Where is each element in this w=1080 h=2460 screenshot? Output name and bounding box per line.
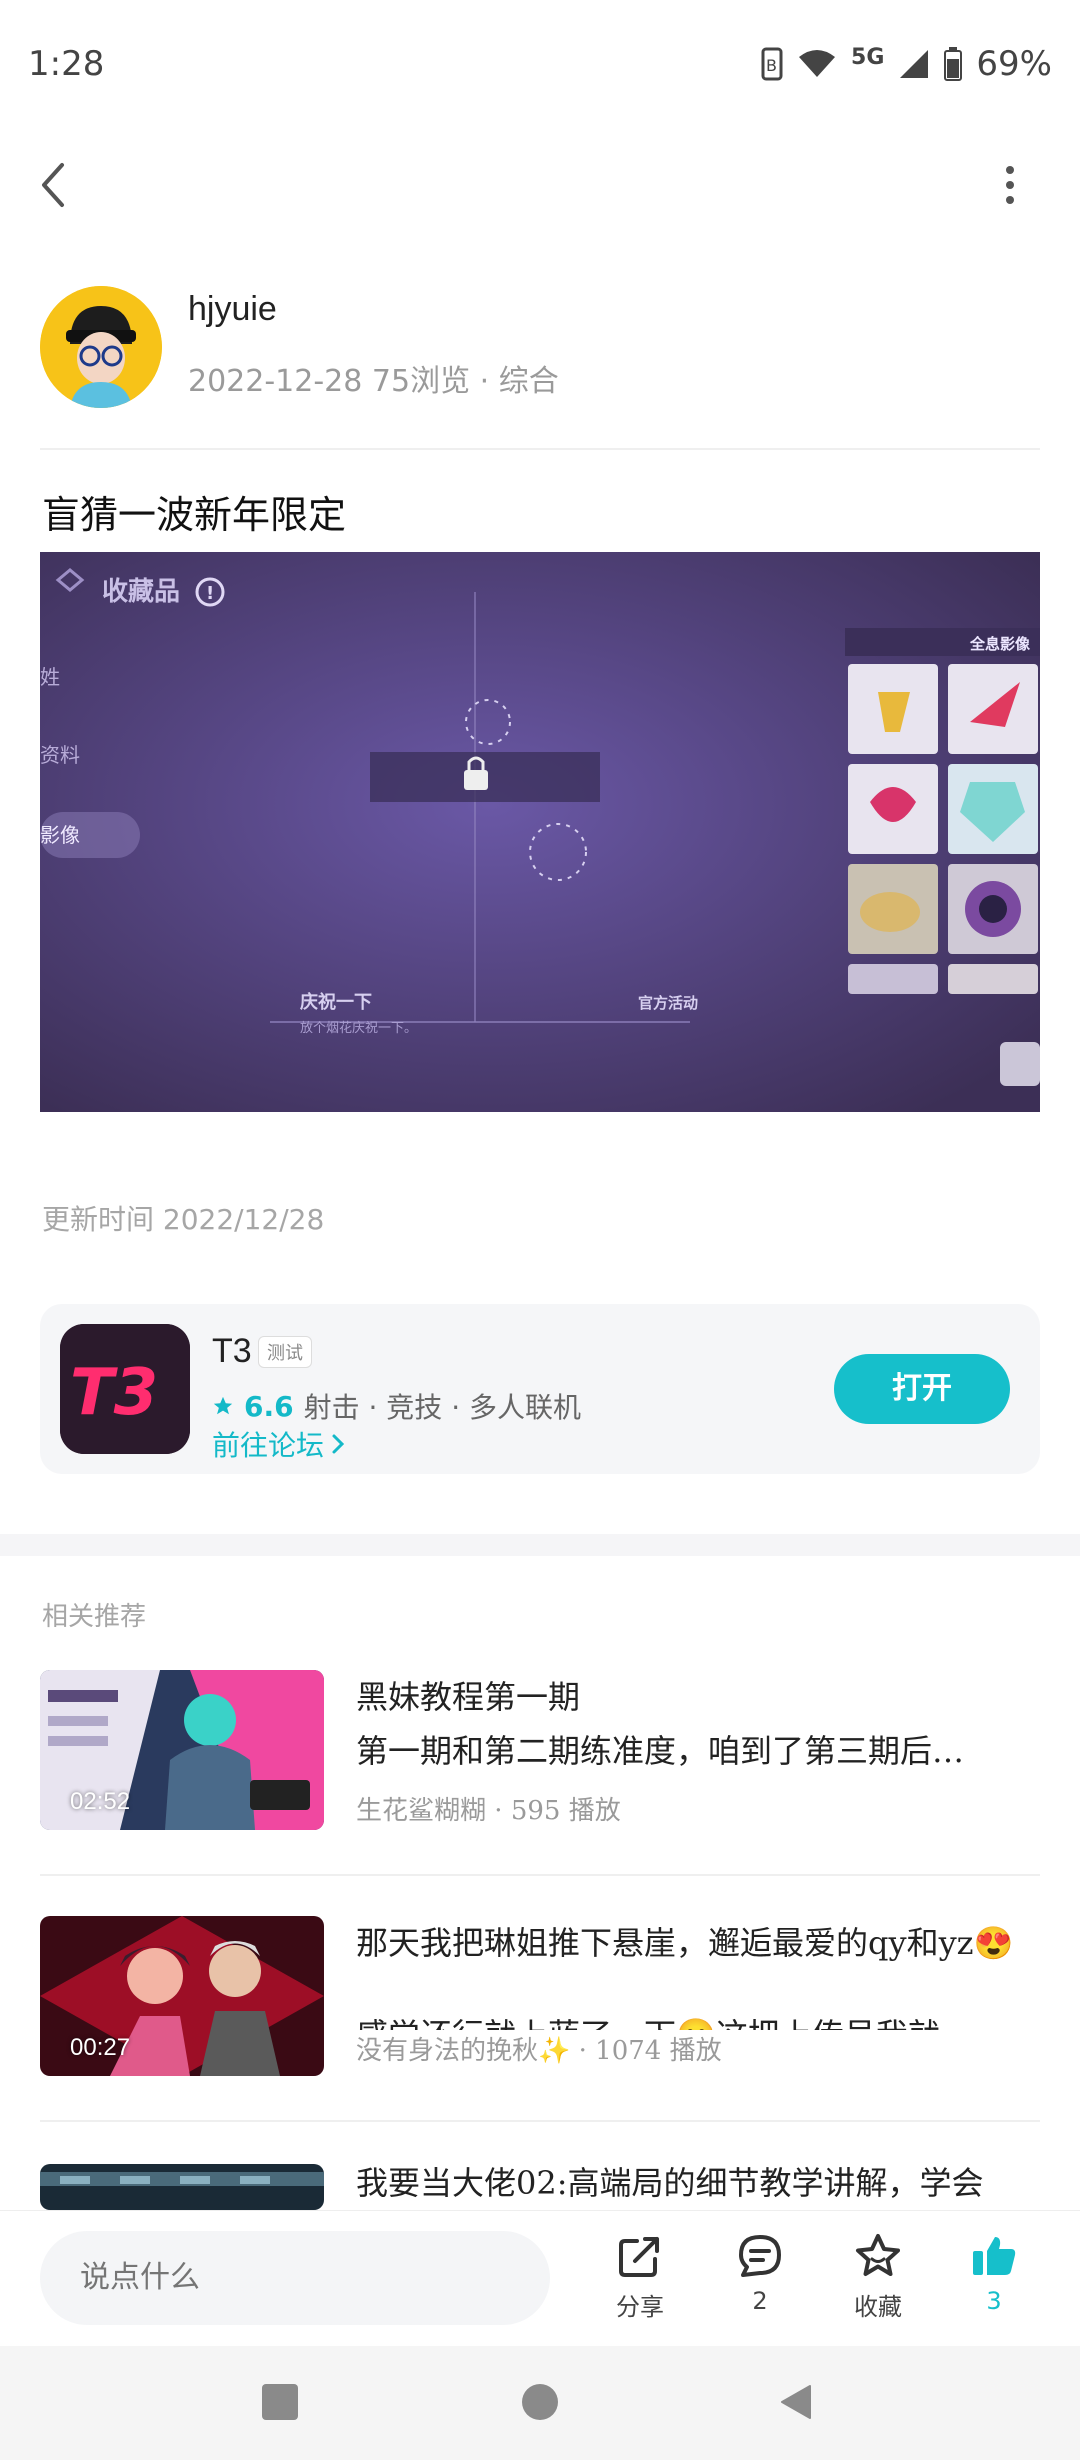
app-icon[interactable]: T3 xyxy=(60,1324,190,1454)
wifi-icon xyxy=(799,50,836,77)
favorite-label: 收藏 xyxy=(854,2293,902,2321)
recommendation-item[interactable]: 我要当大佬02:高端局的细节教学讲解，学会 xyxy=(40,2164,1040,2210)
comment-count: 2 xyxy=(752,2287,768,2315)
recommendation-title[interactable]: 黑妹教程第一期 xyxy=(356,1670,1040,1724)
section-separator xyxy=(0,1534,1080,1556)
svg-text:!: ! xyxy=(206,583,214,604)
video-thumbnail[interactable] xyxy=(40,2164,324,2210)
like-count: 3 xyxy=(986,2287,1002,2315)
nfc-icon: B xyxy=(761,47,783,81)
app-name[interactable]: T3 xyxy=(212,1332,252,1371)
author-name[interactable]: hjyuie xyxy=(188,290,277,329)
open-app-button[interactable]: 打开 xyxy=(834,1354,1010,1424)
chevron-left-icon xyxy=(42,163,64,207)
meta-separator: · xyxy=(479,364,490,399)
t3-logo-text: T3 xyxy=(70,1356,158,1430)
divider xyxy=(40,1874,1040,1876)
image-panel-title: 全息影像 xyxy=(969,635,1031,653)
comment-button[interactable]: 2 xyxy=(710,2231,810,2331)
recommendation-subtitle: 第一期和第二期练准度，咱到了第三期后… xyxy=(356,1732,965,1770)
game-screenshot: 收藏品 ! 姓 资料 影像 庆祝一下 放个烟花庆祝一下。 官方活动 全息影像 xyxy=(40,552,1040,1112)
author-avatar[interactable] xyxy=(40,286,162,408)
star-outline-icon xyxy=(856,2234,900,2276)
star-icon xyxy=(213,1396,233,1415)
favorite-button[interactable]: 收藏 xyxy=(828,2231,928,2331)
svg-text:B: B xyxy=(766,56,777,75)
post-date: 2022-12-28 xyxy=(188,364,363,399)
bottom-action-bar: 分享 2 收藏 3 xyxy=(0,2210,1080,2340)
home-button[interactable] xyxy=(522,2384,558,2420)
divider xyxy=(40,448,1040,450)
video-thumbnail[interactable]: 00:27 xyxy=(40,1916,324,2076)
thumbnail-image xyxy=(40,2164,324,2210)
app-rating-row: 6.6 射击 · 竞技 · 多人联机 xyxy=(212,1386,581,1426)
app-rating: 6.6 xyxy=(244,1389,294,1423)
recommendation-plays: 595 播放 xyxy=(510,1796,621,1826)
network-type: 5G xyxy=(851,44,885,70)
app-test-badge: 测试 xyxy=(258,1336,312,1368)
image-item-source: 官方活动 xyxy=(638,994,698,1012)
avatar-illustration xyxy=(40,286,162,408)
image-tab-3: 影像 xyxy=(40,823,80,847)
image-tab-1: 姓 xyxy=(40,665,60,689)
chevron-right-icon xyxy=(332,1434,345,1454)
video-duration: 00:27 xyxy=(70,2034,131,2061)
app-card[interactable]: T3 T3 测试 6.6 射击 · 竞技 · 多人联机 前往论坛 打开 xyxy=(40,1304,1040,1474)
signal-icon xyxy=(900,50,929,78)
back-triangle-icon[interactable] xyxy=(776,2382,816,2422)
system-nav-bar xyxy=(0,2346,1080,2460)
video-thumbnail[interactable]: 02:52 xyxy=(40,1670,324,1830)
image-tab-2: 资料 xyxy=(40,743,80,767)
like-button[interactable]: 3 xyxy=(944,2231,1044,2331)
post-image[interactable]: 收藏品 ! 姓 资料 影像 庆祝一下 放个烟花庆祝一下。 官方活动 全息影像 xyxy=(40,552,1040,1112)
recommendation-meta: 没有身法的挽秋✨ · 1074 播放 xyxy=(356,2030,722,2067)
recommendation-plays: 1074 播放 xyxy=(595,2036,722,2066)
more-vertical-icon xyxy=(1006,166,1014,204)
recommendation-author: 没有身法的挽秋✨ xyxy=(356,2036,571,2066)
share-button[interactable]: 分享 xyxy=(590,2231,690,2331)
app-genres: 射击 · 竞技 · 多人联机 xyxy=(303,1391,582,1424)
t3-logo: T3 xyxy=(60,1324,190,1454)
meta-separator: · xyxy=(494,1796,503,1826)
post-meta: 2022-12-28 75浏览 · 综合 xyxy=(188,356,559,400)
status-icons: B 5G 69% xyxy=(761,44,1052,84)
share-icon xyxy=(619,2237,659,2277)
back-button[interactable] xyxy=(30,155,80,215)
battery-icon xyxy=(944,47,963,81)
image-header-text: 收藏品 xyxy=(102,577,180,607)
share-label: 分享 xyxy=(616,2293,664,2321)
status-time: 1:28 xyxy=(28,44,105,84)
post-views: 75浏览 xyxy=(371,364,471,399)
comment-input[interactable] xyxy=(40,2231,550,2325)
comment-icon xyxy=(739,2235,781,2277)
forum-link[interactable]: 前往论坛 xyxy=(212,1424,346,1464)
video-duration: 02:52 xyxy=(70,1788,131,1815)
recommendation-title[interactable]: 我要当大佬02:高端局的细节教学讲解，学会 xyxy=(356,2164,1040,2210)
recommendation-author: 生花鲨糊糊 xyxy=(356,1796,487,1826)
status-bar: 1:28 B 5G 69% xyxy=(0,0,1080,130)
image-item-title: 庆祝一下 xyxy=(300,991,372,1013)
image-item-desc: 放个烟花庆祝一下。 xyxy=(300,1020,417,1036)
divider xyxy=(40,2120,1040,2122)
battery-level: 69% xyxy=(976,44,1052,84)
recommendation-item[interactable]: 02:52 黑妹教程第一期 第一期和第二期练准度，咱到了第三期后… 生花鲨糊糊 … xyxy=(40,1670,1040,1830)
thumbs-up-icon xyxy=(973,2237,1016,2275)
update-time: 更新时间 2022/12/28 xyxy=(42,1203,325,1236)
recommendation-item[interactable]: 00:27 那天我把琳姐推下悬崖，邂逅最爱的qy和yz😍 感觉还行就上蓝了，下😊… xyxy=(40,1916,1040,2076)
more-options-button[interactable] xyxy=(990,160,1030,210)
meta-separator: · xyxy=(578,2036,587,2066)
recommendations-heading: 相关推荐 xyxy=(42,1602,147,1632)
forum-link-label: 前往论坛 xyxy=(212,1429,325,1462)
recents-button[interactable] xyxy=(262,2384,298,2420)
post-title: 盲猜一波新年限定 xyxy=(42,493,347,537)
post-category: 综合 xyxy=(498,364,559,399)
recommendation-subtitle: 感觉还行就上蓝了，下😊这把上传号我就 xyxy=(356,2008,1040,2030)
recommendation-meta: 生花鲨糊糊 · 595 播放 xyxy=(356,1790,621,1827)
